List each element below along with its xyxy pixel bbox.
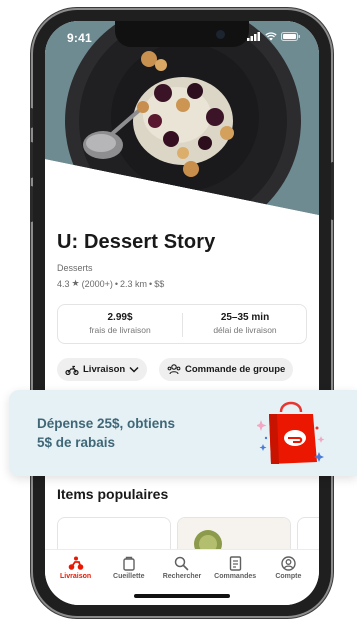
store-category: Desserts bbox=[57, 263, 93, 273]
delivery-time-label: délai de livraison bbox=[213, 325, 277, 335]
status-icons bbox=[247, 32, 301, 41]
front-camera bbox=[216, 30, 225, 39]
group-order-label: Commande de groupe bbox=[185, 364, 286, 375]
store-price-level: $$ bbox=[154, 278, 165, 289]
star-icon: ★ bbox=[71, 278, 80, 288]
tab-delivery-label: Livraison bbox=[60, 573, 92, 580]
pickup-icon bbox=[123, 556, 135, 571]
store-rating: 4.3 bbox=[57, 278, 70, 289]
orders-icon bbox=[229, 556, 241, 571]
store-distance: 2.3 km bbox=[120, 278, 148, 289]
wifi-icon bbox=[265, 32, 277, 41]
delivery-icon bbox=[68, 556, 83, 570]
tab-search-label: Rechercher bbox=[162, 573, 202, 580]
scooter-icon bbox=[65, 365, 79, 375]
promo-line-2: 5$ de rabais bbox=[37, 435, 116, 450]
store-reviews: (2000+) bbox=[81, 278, 113, 289]
delivery-mode-dropdown[interactable]: Livraison bbox=[57, 358, 148, 381]
promo-text: Dépense 25$, obtiens 5$ de rabais bbox=[37, 414, 175, 452]
phone-power-button bbox=[331, 162, 334, 220]
tab-account-label: Compte bbox=[275, 573, 302, 580]
popular-items-title: Items populaires bbox=[57, 486, 169, 502]
chevron-down-icon bbox=[129, 366, 139, 373]
tab-orders-label: Commandes bbox=[214, 573, 257, 580]
store-name: U: Dessert Story bbox=[57, 231, 216, 253]
status-bar: 9:41 bbox=[45, 21, 319, 55]
store-meta: 4.3 ★ (2000+) • 2.3 km • $$ bbox=[57, 278, 164, 289]
group-order-button[interactable]: Commande de groupe bbox=[159, 358, 294, 381]
delivery-fee-label: frais de livraison bbox=[89, 325, 151, 335]
meta-separator: • bbox=[114, 278, 119, 289]
app-screen: 9:41 U: Dessert Story Desserts 4.3 ★ (20… bbox=[45, 21, 319, 605]
account-icon bbox=[281, 556, 296, 571]
delivery-time: 25–35 min délai de livraison bbox=[183, 305, 307, 345]
meta-separator: • bbox=[149, 278, 153, 289]
search-icon bbox=[175, 556, 189, 571]
tab-delivery[interactable]: Livraison bbox=[50, 550, 102, 605]
delivery-mode-label: Livraison bbox=[83, 364, 126, 375]
tab-pickup-label: Cueillette bbox=[113, 573, 145, 580]
group-icon bbox=[167, 364, 181, 375]
delivery-time-value: 25–35 min bbox=[220, 312, 270, 323]
phone-volume-down bbox=[30, 186, 33, 222]
tab-account[interactable]: Compte bbox=[262, 550, 314, 605]
delivery-info-box[interactable]: 2.99$ frais de livraison 25–35 min délai… bbox=[57, 304, 307, 344]
phone-volume-up bbox=[30, 142, 33, 178]
delivery-fee: 2.99$ frais de livraison bbox=[58, 305, 182, 345]
signal-icon bbox=[247, 32, 260, 41]
status-time: 9:41 bbox=[67, 31, 92, 45]
delivery-fee-value: 2.99$ bbox=[107, 312, 133, 323]
shopping-bag-icon bbox=[257, 401, 325, 464]
phone-notch bbox=[115, 21, 249, 47]
promo-line-1: Dépense 25$, obtiens bbox=[37, 416, 176, 431]
phone-silent-switch bbox=[30, 108, 33, 128]
battery-icon bbox=[281, 32, 300, 41]
promo-banner[interactable]: Dépense 25$, obtiens 5$ de rabais bbox=[9, 390, 357, 476]
home-indicator bbox=[134, 594, 230, 598]
